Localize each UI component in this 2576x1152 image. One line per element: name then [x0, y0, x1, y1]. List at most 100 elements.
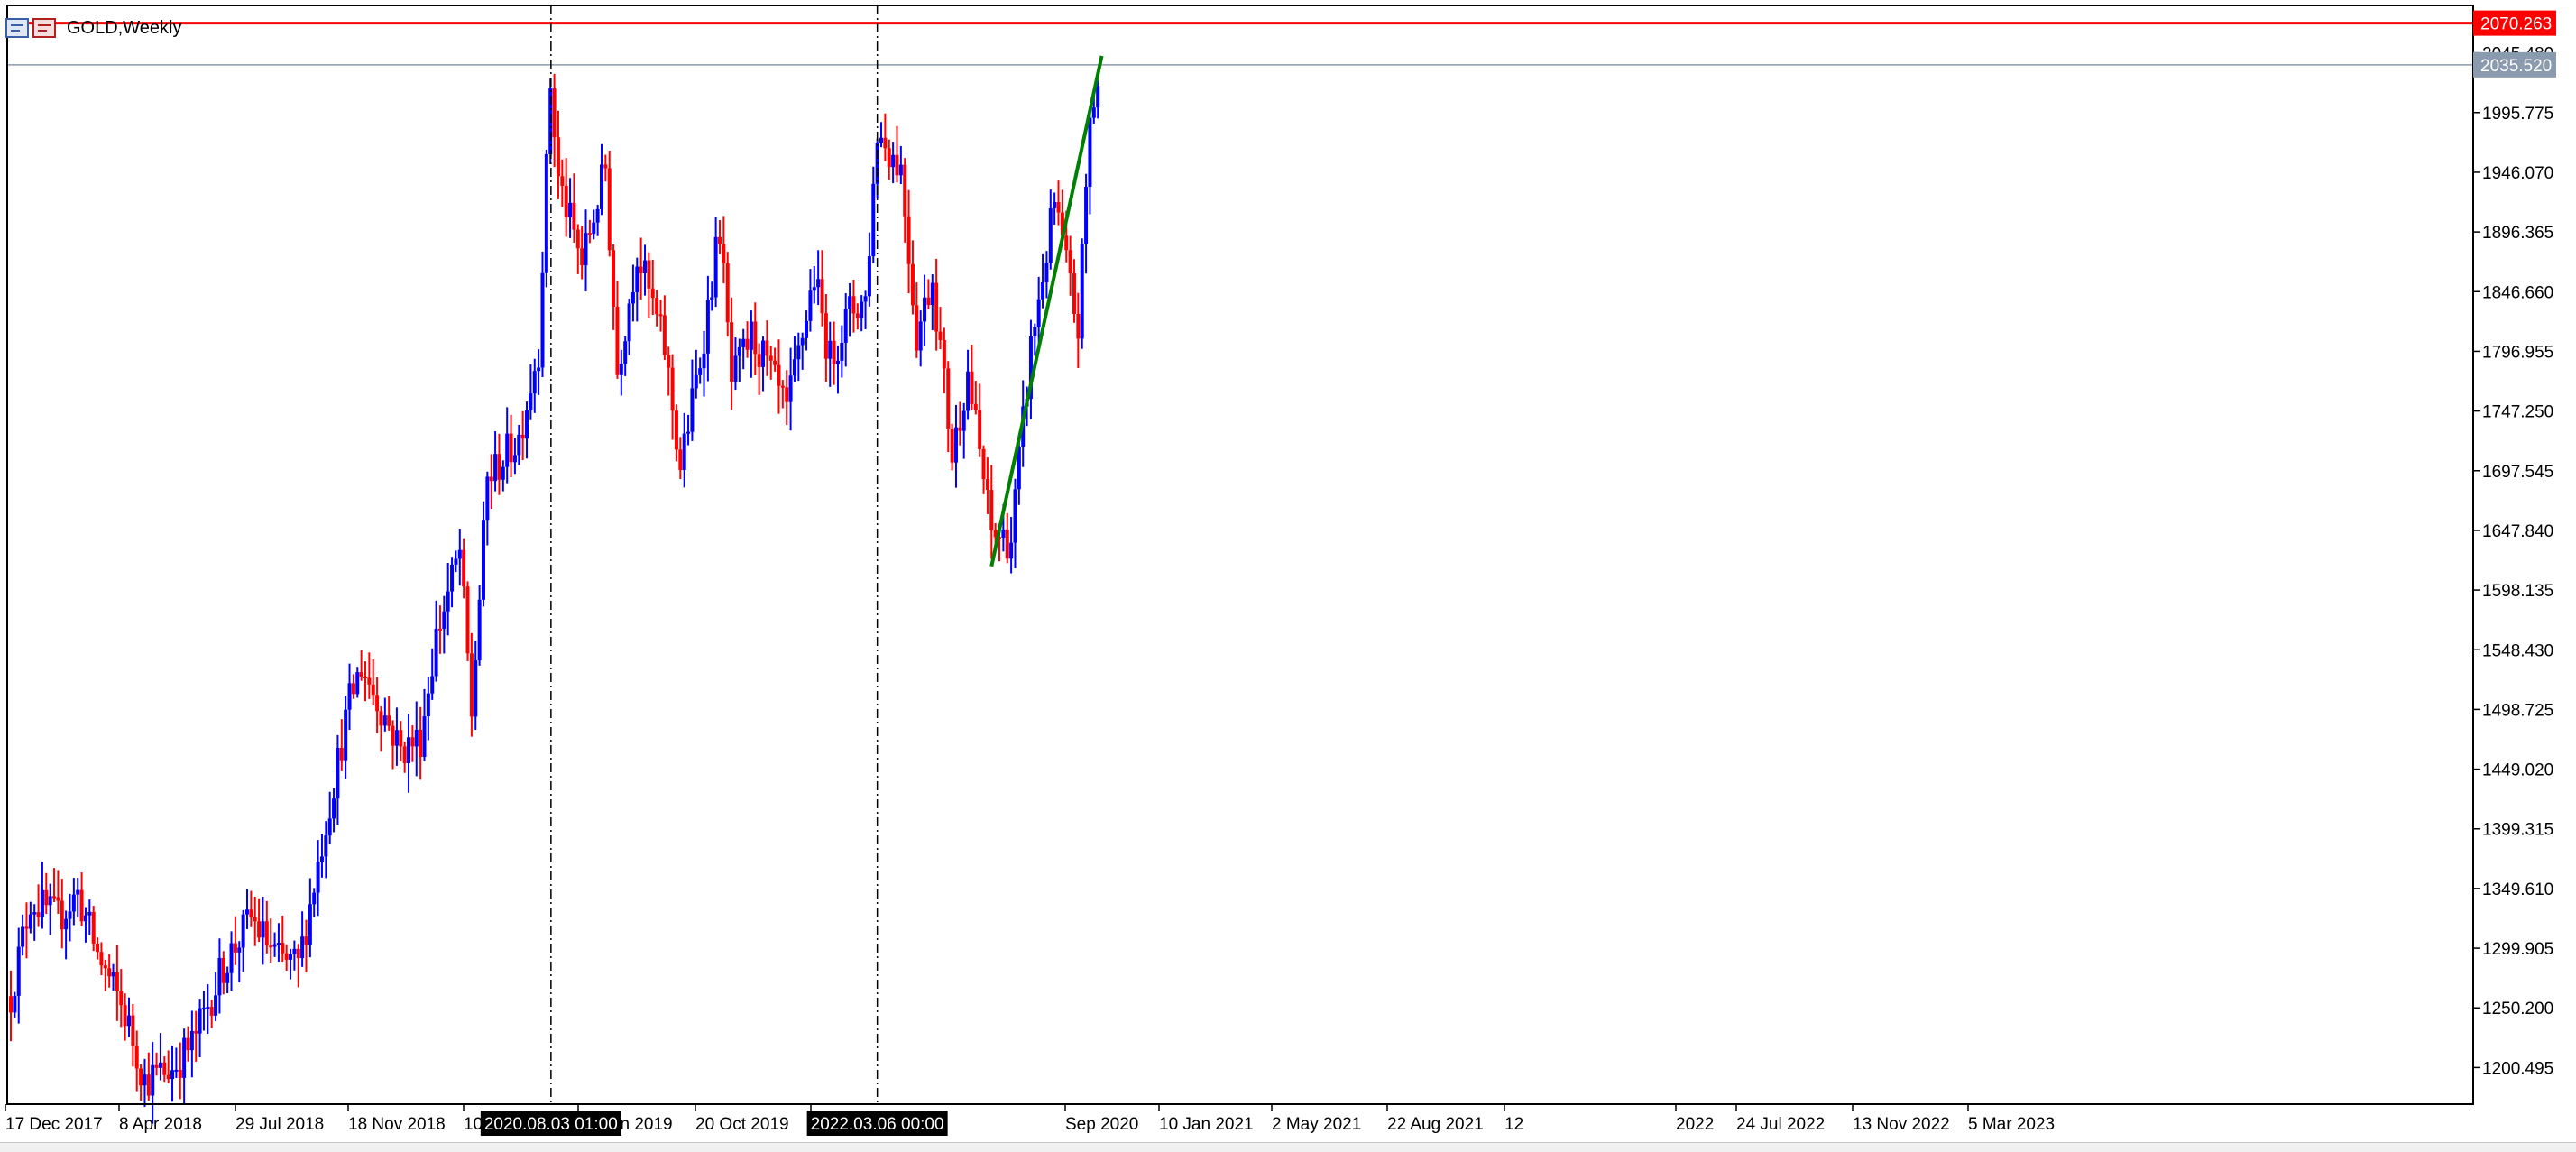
candle-body-bull	[595, 208, 600, 223]
candle-body-bear	[910, 263, 915, 306]
time-label: 20 Oct 2019	[695, 1115, 789, 1134]
candle-body-bull	[414, 729, 419, 747]
candle-body-bear	[52, 896, 57, 899]
candle-body-bull	[619, 364, 623, 375]
candle-body-bull	[244, 909, 249, 915]
candle-body-bear	[437, 628, 442, 631]
candle-body-bear	[985, 479, 989, 491]
chart-background	[0, 0, 2576, 1142]
price-label: 1349.610	[2482, 880, 2553, 899]
candle-body-bull	[623, 341, 628, 364]
candle-body-bull	[808, 290, 813, 321]
candle-body-bear	[883, 137, 888, 149]
candle-body-bear	[186, 1037, 190, 1051]
window-bottom-border	[0, 1142, 2576, 1152]
candle-body-bull	[694, 374, 698, 389]
candle-body-bull	[800, 337, 805, 346]
candle-body-bull	[21, 926, 25, 947]
candle-body-bull	[953, 427, 958, 463]
candle-body-bull	[382, 715, 387, 726]
candle-body-bull	[426, 693, 430, 717]
candle-body-bear	[915, 305, 919, 351]
candle-body-bull	[835, 360, 840, 364]
candle-body-bull	[867, 256, 871, 297]
candle-body-bear	[1056, 202, 1061, 213]
candle-body-bull	[749, 321, 753, 350]
candle-body-bull	[292, 948, 297, 954]
candle-body-bear	[655, 298, 659, 315]
candle-body-bear	[96, 944, 100, 953]
candle-body-bear	[1068, 250, 1072, 274]
candle-body-bull	[635, 266, 639, 293]
candle-body-bear	[615, 306, 620, 375]
candle-body-bull	[319, 856, 324, 862]
candle-body-bear	[946, 368, 951, 429]
price-chart[interactable]: 2045.4801995.7751946.0701896.3651846.660…	[0, 0, 2576, 1142]
candle-body-bear	[1064, 235, 1069, 251]
candle-body-bear	[162, 1062, 167, 1075]
candle-body-bear	[753, 321, 758, 355]
candle-body-bull	[537, 367, 541, 372]
candle-body-bear	[575, 229, 580, 249]
candle-body-bull	[32, 912, 37, 915]
candle-body-bear	[832, 340, 836, 364]
candle-body-bear	[678, 449, 683, 470]
price-label: 1399.315	[2482, 821, 2553, 840]
time-label: 12	[1504, 1115, 1523, 1134]
candle-body-bear	[123, 1005, 127, 1027]
chart-window-icon[interactable]	[5, 18, 29, 38]
candle-body-bear	[509, 433, 513, 463]
candle-body-bull	[485, 476, 490, 521]
candle-body-bear	[785, 387, 789, 402]
candle-body-bull	[505, 433, 510, 467]
candle-body-bull	[182, 1037, 187, 1078]
candle-body-bear	[56, 897, 60, 901]
price-label: 1946.070	[2482, 164, 2553, 183]
candle-body-bear	[99, 952, 104, 966]
candle-body-bull	[930, 282, 934, 306]
candle-body-bear	[269, 945, 273, 948]
time-label: 8 Apr 2018	[119, 1115, 202, 1134]
candle-body-bull	[584, 233, 588, 265]
candle-body-bull	[289, 954, 293, 960]
candle-body-bear	[560, 176, 565, 186]
candle-body-bear	[722, 244, 726, 263]
candle-body-bear	[855, 313, 860, 318]
candle-body-bull	[690, 388, 695, 432]
candle-body-bull	[481, 520, 485, 600]
chart-properties-icon[interactable]	[32, 18, 56, 38]
candle-body-bear	[823, 313, 828, 359]
candle-body-bull	[761, 340, 766, 367]
candle-body-bull	[217, 957, 222, 996]
candle-body-bull	[48, 896, 52, 906]
candle-body-bear	[469, 653, 474, 717]
candle-body-bull	[1080, 244, 1084, 339]
candle-body-bull	[816, 279, 821, 288]
candle-body-bear	[399, 730, 403, 747]
candle-body-bull	[627, 303, 631, 342]
price-label: 1449.020	[2482, 761, 2553, 780]
candle-body-bull	[111, 972, 115, 977]
candle-body-bear	[264, 921, 269, 946]
candle-body-bear	[981, 448, 986, 480]
candle-body-bear	[79, 889, 84, 922]
candle-body-bull	[788, 375, 793, 402]
candle-body-bull	[71, 894, 76, 912]
candle-body-bull	[241, 914, 245, 948]
candle-body-bear	[564, 185, 568, 218]
candle-body-bear	[375, 695, 380, 712]
resistance-price-tag: 2070.263	[2480, 15, 2552, 34]
candle-body-bear	[351, 683, 355, 695]
candle-body-bear	[572, 202, 576, 230]
candle-body-bull	[713, 236, 718, 298]
candle-body-bear	[387, 715, 391, 726]
candle-body-bull	[1091, 107, 1096, 118]
candle-body-bull	[918, 321, 923, 351]
candle-body-bear	[730, 322, 734, 382]
candle-body-bear	[233, 943, 237, 953]
candle-body-bear	[757, 354, 761, 367]
price-label: 1250.200	[2482, 1000, 2553, 1018]
candle-body-bear	[970, 371, 974, 404]
candle-body-bear	[166, 1074, 170, 1080]
candle-body-bull	[702, 353, 706, 369]
